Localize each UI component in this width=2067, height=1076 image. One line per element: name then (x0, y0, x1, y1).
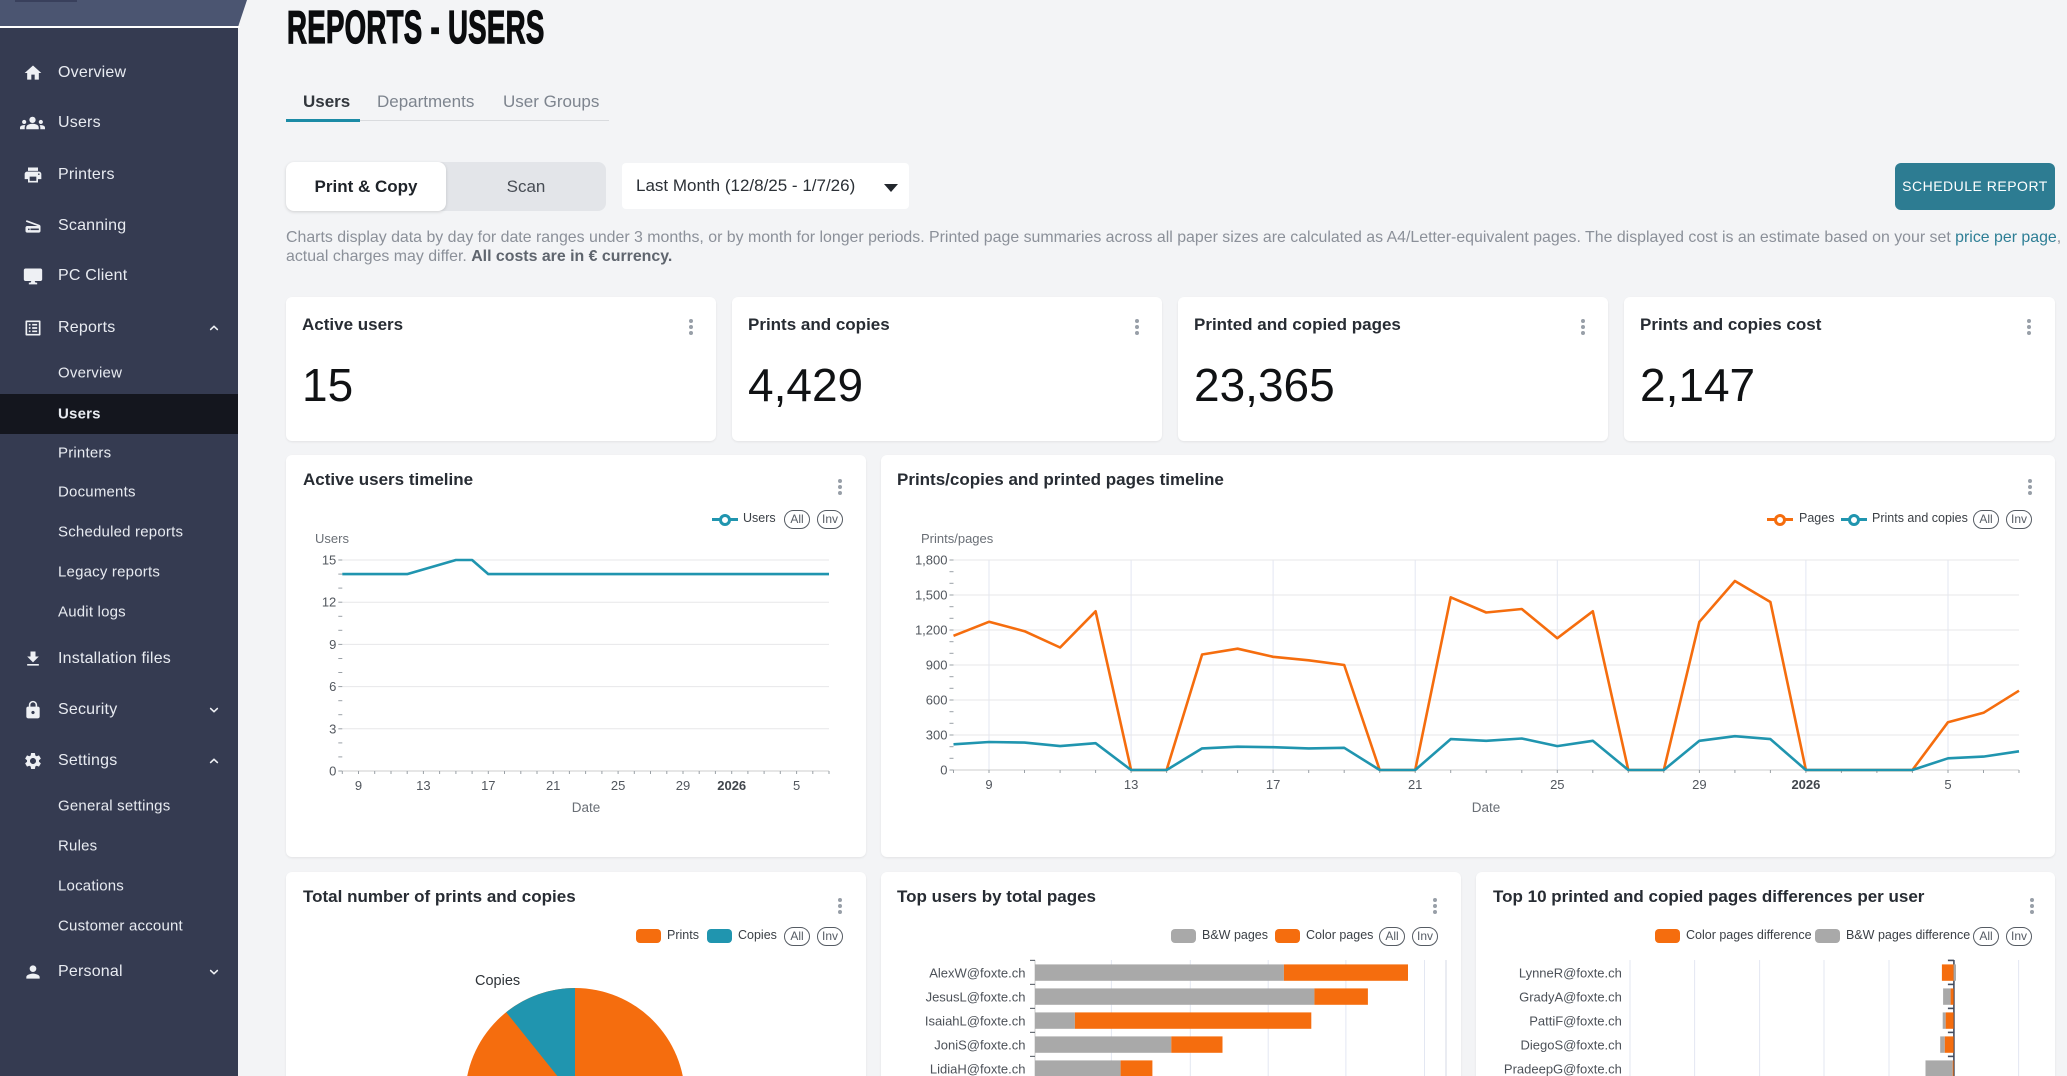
svg-text:1,200: 1,200 (915, 623, 948, 638)
svg-text:0: 0 (329, 764, 336, 779)
svg-text:9: 9 (355, 778, 362, 793)
svg-text:Date: Date (1472, 800, 1501, 815)
svg-text:21: 21 (1408, 777, 1422, 792)
svg-text:21: 21 (546, 778, 560, 793)
svg-text:PradeepG@foxte.ch: PradeepG@foxte.ch (1504, 1061, 1622, 1076)
svg-text:DiegoS@foxte.ch: DiegoS@foxte.ch (1521, 1037, 1622, 1052)
svg-text:17: 17 (481, 778, 495, 793)
svg-text:IsaiahL@foxte.ch: IsaiahL@foxte.ch (925, 1013, 1026, 1028)
svg-text:1,500: 1,500 (915, 588, 948, 603)
svg-text:9: 9 (985, 777, 992, 792)
svg-text:15: 15 (322, 553, 336, 568)
svg-text:Prints/pages: Prints/pages (921, 531, 994, 546)
svg-text:9: 9 (329, 637, 336, 652)
svg-text:1,800: 1,800 (915, 553, 948, 568)
svg-text:25: 25 (1550, 777, 1564, 792)
svg-text:17: 17 (1266, 777, 1280, 792)
svg-text:PattiF@foxte.ch: PattiF@foxte.ch (1529, 1013, 1622, 1028)
svg-text:13: 13 (416, 778, 430, 793)
svg-text:29: 29 (1692, 777, 1706, 792)
svg-text:13: 13 (1124, 777, 1138, 792)
svg-text:3: 3 (329, 721, 336, 736)
svg-text:Users: Users (315, 531, 349, 546)
svg-text:5: 5 (1944, 777, 1951, 792)
svg-text:300: 300 (926, 728, 948, 743)
svg-text:6: 6 (329, 679, 336, 694)
svg-text:LynneR@foxte.ch: LynneR@foxte.ch (1519, 965, 1622, 980)
svg-text:Copies: Copies (475, 973, 520, 989)
svg-text:2026: 2026 (717, 778, 746, 793)
svg-text:GradyA@foxte.ch: GradyA@foxte.ch (1519, 989, 1622, 1004)
svg-text:2026: 2026 (1791, 777, 1820, 792)
svg-text:Date: Date (572, 800, 601, 815)
svg-text:AlexW@foxte.ch: AlexW@foxte.ch (929, 965, 1025, 980)
svg-text:600: 600 (926, 693, 948, 708)
svg-text:LidiaH@foxte.ch: LidiaH@foxte.ch (930, 1061, 1026, 1076)
svg-text:JoniS@foxte.ch: JoniS@foxte.ch (934, 1037, 1025, 1052)
svg-text:5: 5 (793, 778, 800, 793)
svg-text:29: 29 (676, 778, 690, 793)
svg-text:25: 25 (611, 778, 625, 793)
svg-text:900: 900 (926, 658, 948, 673)
svg-text:JesusL@foxte.ch: JesusL@foxte.ch (926, 989, 1026, 1004)
svg-text:0: 0 (940, 763, 947, 778)
svg-text:12: 12 (322, 595, 336, 610)
